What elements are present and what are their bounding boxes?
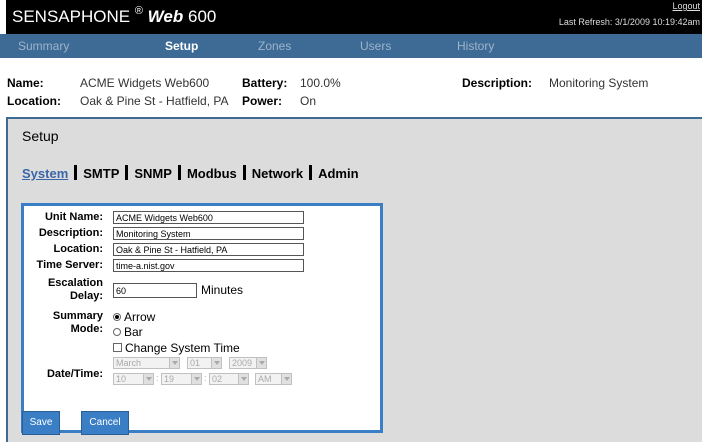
change-time-label: Change System Time — [125, 341, 240, 355]
time-colon: : — [156, 373, 159, 383]
battery-label: Battery: — [242, 76, 288, 90]
nav-tab-users[interactable]: Users — [360, 39, 391, 53]
summary-mode-label-line2: Mode: — [70, 323, 103, 335]
nav-tab-summary[interactable]: Summary — [18, 39, 69, 53]
subtab-admin[interactable]: Admin — [318, 166, 358, 181]
brand-registered-mark: ® — [134, 5, 143, 17]
form-description-label: Description: — [38, 227, 103, 239]
chevron-down-icon — [281, 374, 291, 384]
hour-select-value: 10 — [116, 374, 127, 384]
year-select[interactable]: 2009 — [229, 357, 267, 369]
battery-value: 100.0% — [300, 76, 341, 90]
info-row-2: Location: Oak & Pine St - Hatfield, PA P… — [0, 94, 702, 112]
logout-link[interactable]: Logout — [672, 1, 700, 11]
second-select[interactable]: 02 — [209, 373, 249, 385]
nav-tab-zones[interactable]: Zones — [258, 39, 291, 53]
location-label: Location: — [7, 94, 61, 108]
time-server-input[interactable] — [113, 259, 304, 272]
chevron-down-icon — [191, 374, 201, 384]
subtab-network[interactable]: Network — [252, 166, 303, 181]
description-input[interactable] — [113, 227, 304, 240]
brand-logo: SENSAPHONE ® Web 600 — [12, 5, 217, 27]
name-label: Name: — [7, 76, 44, 90]
subtab-divider — [125, 165, 129, 180]
subtab-system[interactable]: System — [22, 166, 68, 181]
top-bar: SENSAPHONE ® Web 600 Logout Last Refresh… — [0, 0, 702, 34]
cancel-button[interactable]: Cancel — [81, 411, 129, 435]
hour-select[interactable]: 10 — [113, 373, 154, 385]
subtab-divider — [242, 165, 246, 180]
setup-panel: Setup System SMTP SNMP Modbus Network Admin U… — [6, 117, 702, 442]
unit-name-input[interactable] — [113, 211, 304, 224]
escalation-label-line2: Delay: — [69, 290, 103, 302]
ampm-select-value: AM — [258, 374, 272, 384]
chevron-down-icon — [169, 358, 179, 368]
description-value: Monitoring System — [549, 76, 649, 90]
subtab-smtp[interactable]: SMTP — [83, 166, 119, 181]
ampm-select[interactable]: AM — [255, 373, 292, 385]
radio-arrow-selected[interactable] — [113, 313, 121, 321]
mode-arrow-label: Arrow — [124, 310, 156, 324]
setup-subtabs: System SMTP SNMP Modbus Network Admin — [22, 165, 359, 181]
month-select-value: March — [116, 358, 142, 368]
escalation-delay-input[interactable] — [113, 283, 197, 298]
nav-tab-history[interactable]: History — [457, 39, 494, 53]
panel-title: Setup — [22, 128, 59, 144]
unit-name-label: Unit Name: — [44, 211, 103, 223]
time-colon: : — [204, 373, 207, 383]
power-value: On — [300, 94, 317, 108]
info-row-1: Name: ACME Widgets Web600 Battery: 100.0… — [0, 76, 702, 94]
year-select-value: 2009 — [232, 358, 253, 368]
mode-bar-label: Bar — [124, 325, 143, 339]
chevron-down-icon — [256, 358, 266, 368]
device-info: Name: ACME Widgets Web600 Battery: 100.0… — [0, 64, 702, 112]
subtab-divider — [177, 165, 181, 180]
subtab-snmp[interactable]: SNMP — [134, 166, 172, 181]
subtab-modbus[interactable]: Modbus — [187, 166, 237, 181]
brand-model: 600 — [187, 7, 217, 26]
radio-bar[interactable] — [113, 328, 121, 336]
save-button[interactable]: Save — [22, 411, 60, 435]
power-label: Power: — [242, 94, 283, 108]
subtab-divider — [309, 165, 313, 180]
system-settings-form: Unit Name: Description: Location: Time S… — [21, 203, 383, 433]
minute-select[interactable]: 19 — [161, 373, 202, 385]
mode-bar-option[interactable]: Bar — [113, 325, 143, 339]
location-input[interactable] — [113, 243, 304, 256]
day-select-value: 01 — [190, 358, 201, 368]
minute-select-value: 19 — [164, 374, 175, 384]
chevron-down-icon — [143, 374, 153, 384]
second-select-value: 02 — [212, 374, 223, 384]
main-nav: Summary Setup Zones Users History — [0, 34, 702, 58]
last-refresh-text: Last Refresh: 3/1/2009 10:19:42am — [558, 17, 700, 27]
datetime-label: Date/Time: — [46, 368, 103, 380]
subtab-divider — [74, 165, 78, 180]
chevron-down-icon — [211, 358, 221, 368]
chevron-down-icon — [238, 374, 248, 384]
escalation-label-line1: Escalation — [47, 277, 103, 289]
location-value: Oak & Pine St - Hatfield, PA — [80, 94, 229, 108]
brand-name: SENSAPHONE — [12, 7, 131, 26]
month-select[interactable]: March — [113, 357, 180, 369]
name-value: ACME Widgets Web600 — [80, 76, 210, 90]
description-label: Description: — [462, 76, 533, 90]
change-time-option[interactable]: Change System Time — [113, 341, 240, 355]
summary-mode-label-line1: Summary — [52, 310, 103, 322]
time-server-label: Time Server: — [36, 259, 103, 271]
brand-web: Web — [147, 7, 184, 26]
mode-arrow-option[interactable]: Arrow — [113, 310, 155, 324]
nav-tab-setup[interactable]: Setup — [165, 39, 198, 53]
change-time-checkbox[interactable] — [113, 343, 122, 352]
minutes-unit-label: Minutes — [201, 283, 244, 297]
day-select[interactable]: 01 — [187, 357, 222, 369]
form-location-label: Location: — [53, 243, 104, 255]
